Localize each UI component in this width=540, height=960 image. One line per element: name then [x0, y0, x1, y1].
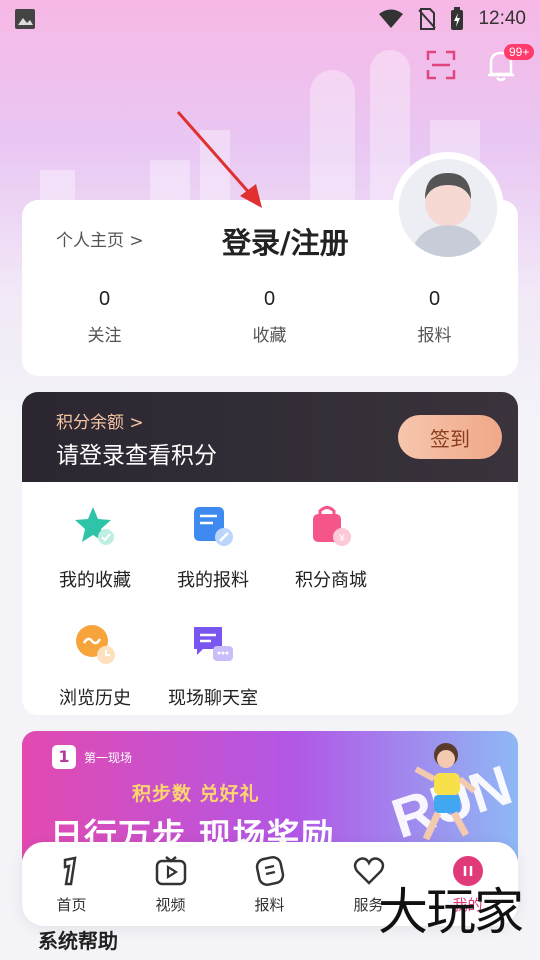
points-card: 积分余额 > 请登录查看积分 签到 我的收藏 我的报料 ¥ 积分商城 浏览历史 … — [22, 392, 518, 715]
tab-label: 视频 — [155, 896, 186, 914]
top-actions: 99+ — [426, 44, 535, 82]
stat-label: 关注 — [87, 326, 122, 346]
image-icon — [15, 9, 35, 29]
brand-logo-icon: 1 — [52, 745, 76, 769]
profile-card: 个人主页 > 登录/注册 0 关注 0 收藏 0 报料 — [22, 152, 518, 376]
building-silhouette — [310, 70, 355, 220]
avatar-container[interactable] — [392, 152, 504, 264]
tab-label: 报料 — [254, 896, 285, 914]
wifi-icon — [379, 9, 404, 28]
login-register-button[interactable]: 登录/注册 — [222, 220, 349, 262]
svg-text:¥: ¥ — [338, 533, 345, 544]
feature-points-mall[interactable]: ¥ 积分商城 — [266, 504, 396, 592]
personal-homepage-link[interactable]: 个人主页 > — [56, 226, 144, 251]
no-sim-icon — [418, 8, 437, 30]
notification-badge: 99+ — [504, 44, 535, 60]
banner-brand: 1 第一现场 — [52, 745, 132, 769]
banner-brand-text: 第一现场 — [84, 750, 133, 765]
stat-favorites[interactable]: 0 收藏 — [187, 288, 352, 346]
feature-label: 我的报料 — [177, 570, 249, 591]
home-logo-icon — [63, 856, 77, 886]
watermark-text: 大玩家 — [378, 883, 524, 941]
feature-label: 我的收藏 — [59, 570, 131, 591]
tab-label: 首页 — [56, 896, 87, 914]
feature-label: 积分商城 — [295, 570, 367, 591]
stat-value: 0 — [98, 288, 111, 310]
star-icon — [75, 507, 114, 545]
feature-history[interactable]: 浏览历史 — [30, 622, 160, 710]
scan-icon[interactable] — [426, 50, 456, 80]
feature-chatroom[interactable]: 现场聊天室 — [148, 622, 278, 710]
avatar — [399, 159, 497, 257]
sign-in-button[interactable]: 签到 — [398, 415, 502, 459]
default-avatar-icon — [399, 159, 497, 257]
status-time: 12:40 — [478, 8, 526, 29]
points-login-prompt: 请登录查看积分 — [56, 443, 217, 469]
chat-icon — [194, 627, 233, 661]
stat-label: 收藏 — [252, 326, 287, 346]
profile-stats: 0 关注 0 收藏 0 报料 — [22, 288, 518, 346]
status-bar: 12:40 — [0, 0, 540, 38]
stat-value: 0 — [428, 288, 441, 310]
stat-follow[interactable]: 0 关注 — [22, 288, 187, 346]
doc-edit-icon — [194, 507, 233, 546]
stat-reports[interactable]: 0 报料 — [352, 288, 517, 346]
banner-subtitle: 积步数 兑好礼 — [132, 783, 260, 805]
tab-report[interactable]: 报料 — [220, 842, 319, 926]
tab-video[interactable]: 视频 — [121, 842, 220, 926]
feature-label: 现场聊天室 — [168, 688, 258, 709]
tab-home[interactable]: 首页 — [22, 842, 121, 926]
stat-label: 报料 — [417, 326, 452, 346]
notification-button[interactable]: 99+ — [486, 44, 535, 82]
points-header[interactable]: 积分余额 > 请登录查看积分 签到 — [22, 392, 518, 482]
section-title-help: 系统帮助 — [38, 929, 118, 953]
tv-play-icon — [155, 856, 186, 886]
history-clock-icon — [76, 625, 115, 664]
feature-label: 浏览历史 — [59, 688, 131, 709]
feature-my-reports[interactable]: 我的报料 — [148, 504, 278, 592]
points-balance-label[interactable]: 积分余额 > — [56, 408, 144, 433]
stat-value: 0 — [263, 288, 276, 310]
report-icon — [255, 856, 284, 886]
shopping-bag-icon: ¥ — [313, 506, 351, 546]
feature-favorites[interactable]: 我的收藏 — [30, 504, 160, 592]
runner-illustration — [414, 743, 476, 841]
battery-charging-icon — [451, 7, 464, 30]
